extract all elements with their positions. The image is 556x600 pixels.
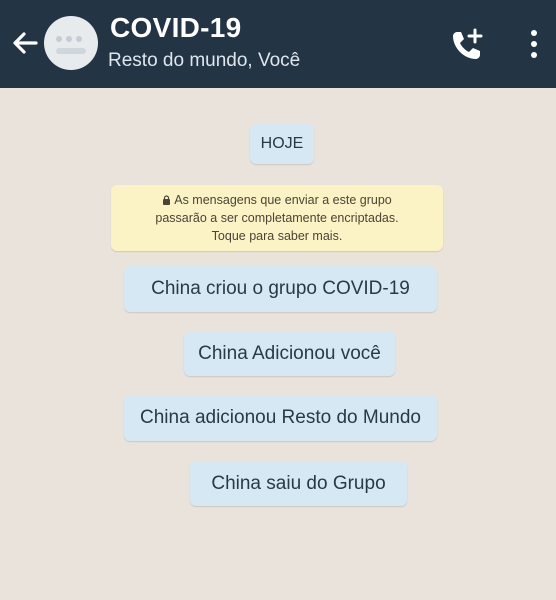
encryption-notice-line2: passarão a ser completamente encriptadas… <box>155 211 399 225</box>
group-avatar-icon[interactable] <box>44 16 98 70</box>
system-message: China Adicionou você <box>184 331 395 376</box>
lock-icon <box>163 195 171 205</box>
encryption-notice-line1: As mensagens que enviar a este grupo <box>174 193 392 207</box>
more-vertical-icon[interactable] <box>524 28 544 60</box>
group-title[interactable]: COVID-19 <box>110 12 242 44</box>
system-message: China criou o grupo COVID-19 <box>124 266 437 312</box>
group-members[interactable]: Resto do mundo, Você <box>108 50 300 72</box>
message-area[interactable]: HOJE As mensagens que enviar a este grup… <box>0 88 556 600</box>
system-message: China adicionou Resto do Mundo <box>124 395 437 441</box>
encryption-notice-line3: Toque para saber mais. <box>211 229 343 243</box>
add-call-icon[interactable] <box>448 26 486 64</box>
arrow-left-icon[interactable] <box>8 26 42 60</box>
system-message: China saiu do Grupo <box>190 461 407 506</box>
chat-header: COVID-19 Resto do mundo, Você <box>0 0 556 88</box>
date-divider: HOJE <box>250 124 314 164</box>
encryption-notice[interactable]: As mensagens que enviar a este grupo pas… <box>111 185 443 251</box>
